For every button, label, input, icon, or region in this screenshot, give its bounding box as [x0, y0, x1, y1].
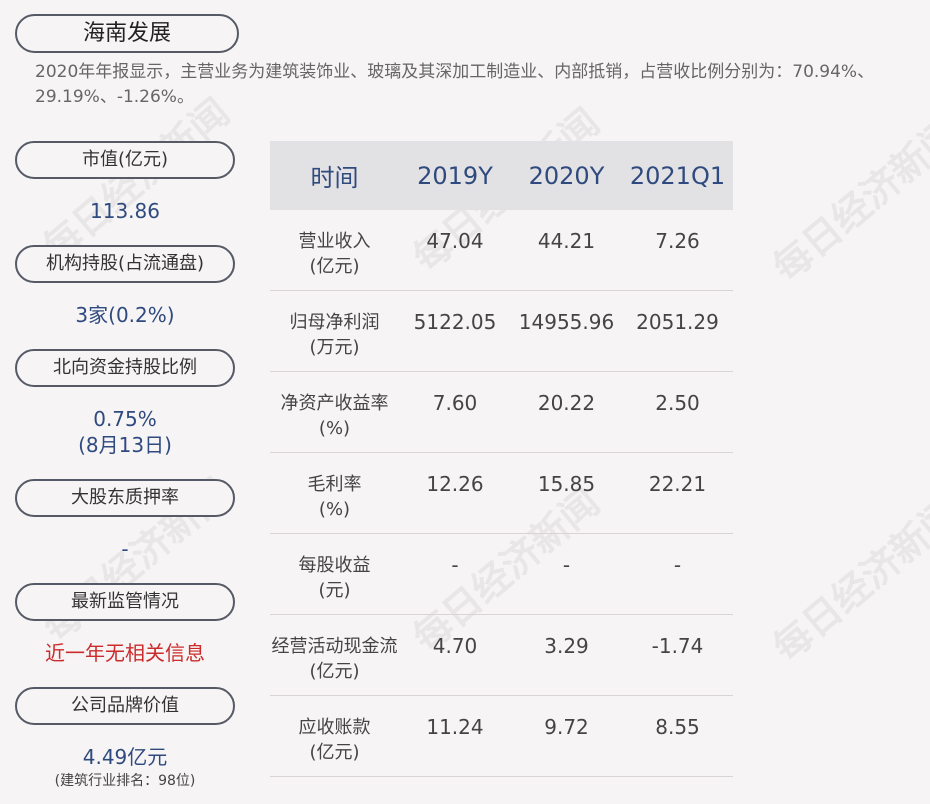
table-header: 时间 2019Y 2020Y 2021Q1	[270, 141, 733, 210]
cell: 5122.05	[413, 310, 497, 334]
market-cap-label: 市值(亿元)	[15, 141, 235, 179]
row-unit: (元)	[318, 580, 351, 601]
pledge-rate-label: 大股东质押率	[15, 479, 235, 517]
row-label: 应收账款	[298, 717, 371, 738]
watermark: 每日经济新闻	[764, 110, 930, 291]
cell: 22.21	[648, 472, 707, 496]
cell: 3.29	[544, 634, 589, 658]
brand-rank: (建筑行业排名：98位)	[54, 773, 196, 789]
cell: 11.24	[426, 715, 484, 739]
northbound-holding-label: 北向资金持股比例	[15, 349, 235, 387]
cell: 47.04	[426, 229, 484, 253]
page: 每日经济新闻 每日经济新闻 每日经济新闻 每日经济新闻 每日经济新闻 每日经济新…	[0, 0, 930, 804]
northbound-holding-date: (8月13日)	[78, 433, 172, 457]
cell: -	[673, 553, 682, 577]
cell: 9.72	[544, 715, 589, 739]
cell: 12.26	[426, 472, 484, 496]
row-label: 经营活动现金流	[271, 636, 398, 657]
cell: 20.22	[537, 391, 596, 415]
brand-value-label: 公司品牌价值	[15, 687, 235, 725]
company-title: 海南发展	[15, 14, 239, 53]
header-2019y: 2019Y	[417, 161, 493, 190]
financial-table: 时间 2019Y 2020Y 2021Q1 营业收入 (亿元) 47.04 44.…	[270, 141, 733, 777]
pledge-rate-value: -	[121, 537, 129, 561]
institutional-holding-value: 3家(0.2%)	[75, 303, 175, 327]
table-row: 每股收益 (元) - - -	[270, 534, 733, 615]
table-row: 净资产收益率 (%) 7.60 20.22 2.50	[270, 372, 733, 453]
header-2020y: 2020Y	[528, 161, 605, 190]
regulatory-value: 近一年无相关信息	[45, 641, 205, 665]
cell: 2.50	[655, 391, 700, 415]
row-label: 每股收益	[298, 555, 371, 576]
row-unit: (亿元)	[309, 742, 360, 763]
regulatory-label: 最新监管情况	[15, 583, 235, 621]
market-cap-value: 113.86	[90, 199, 160, 223]
cell: 14955.96	[518, 310, 615, 334]
northbound-holding-value: 0.75%	[93, 407, 157, 431]
header-2021q1: 2021Q1	[629, 161, 726, 190]
cell: 7.26	[655, 229, 700, 253]
table-row: 营业收入 (亿元) 47.04 44.21 7.26	[270, 210, 733, 291]
row-label: 毛利率	[307, 474, 362, 495]
row-label: 营业收入	[298, 231, 371, 252]
row-unit: (亿元)	[309, 256, 360, 277]
row-label: 净资产收益率	[280, 393, 389, 414]
institutional-holding-label: 机构持股(占流通盘)	[15, 245, 235, 283]
row-unit: (%)	[318, 499, 351, 520]
watermark: 每日经济新闻	[764, 490, 930, 671]
table-row: 经营活动现金流 (亿元) 4.70 3.29 -1.74	[270, 615, 733, 696]
cell: 8.55	[655, 715, 700, 739]
table-row: 毛利率 (%) 12.26 15.85 22.21	[270, 453, 733, 534]
cell: -1.74	[651, 634, 704, 658]
row-label: 归母净利润	[289, 312, 380, 333]
header-time: 时间	[310, 164, 359, 192]
row-unit: (万元)	[309, 337, 360, 358]
table-row: 归母净利润 (万元) 5122.05 14955.96 2051.29	[270, 291, 733, 372]
cell: 44.21	[537, 229, 596, 253]
cell: 4.70	[432, 634, 478, 658]
row-unit: (%)	[318, 418, 351, 439]
cell: 7.60	[432, 391, 478, 415]
cell: -	[562, 553, 571, 577]
summary-text: 2020年年报显示，主营业务为建筑装饰业、玻璃及其深加工制造业、内部抵销，占营收…	[35, 62, 875, 107]
cell: -	[451, 553, 459, 577]
table-row: 应收账款 (亿元) 11.24 9.72 8.55	[270, 696, 733, 777]
cell: 15.85	[537, 472, 596, 496]
cell: 2051.29	[636, 310, 719, 334]
brand-value: 4.49亿元	[82, 745, 168, 769]
row-unit: (亿元)	[309, 661, 360, 682]
